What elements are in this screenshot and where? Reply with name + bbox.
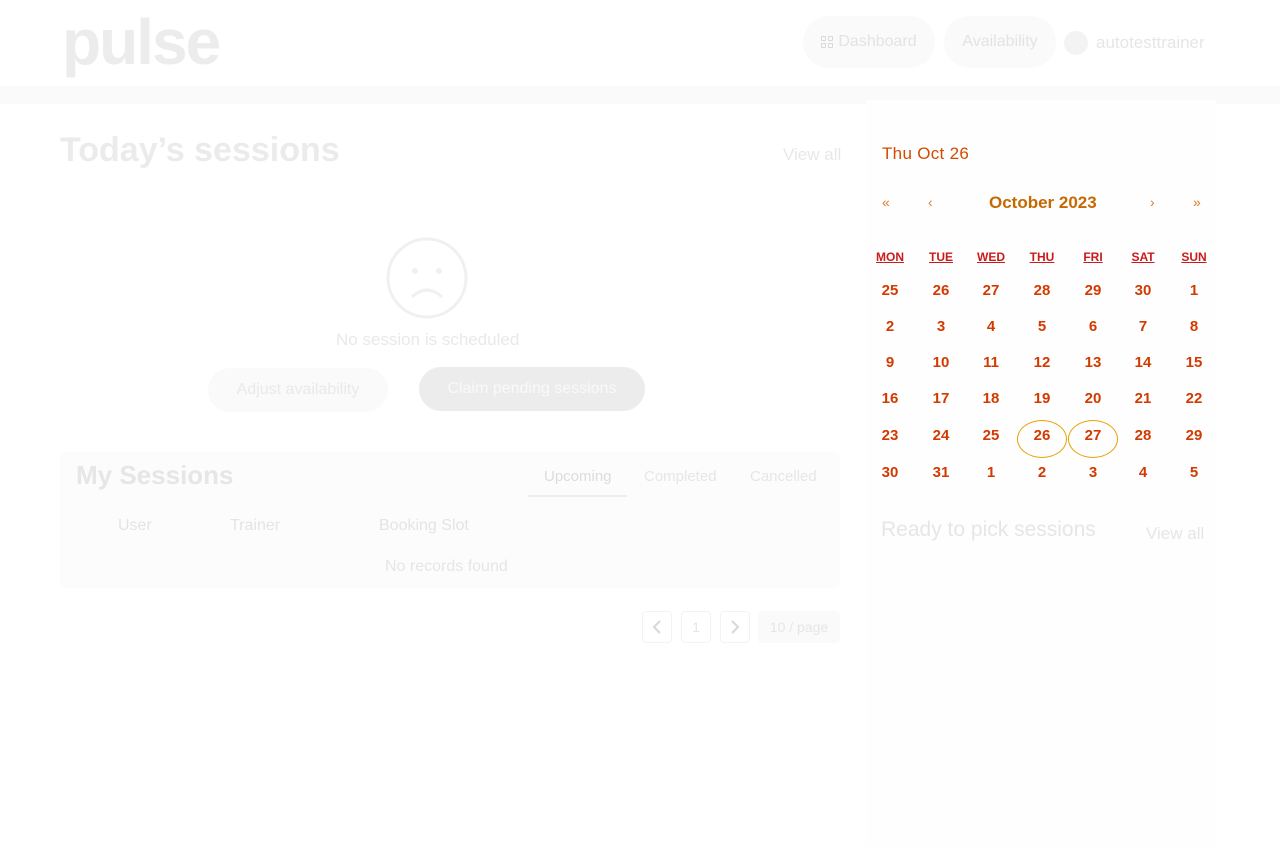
column-header-booking-slot: Booking Slot	[379, 517, 469, 534]
top-header: pulse Dashboard Availability autotesttra…	[0, 0, 1280, 86]
calendar-day[interactable]: 30	[1123, 282, 1163, 299]
ready-to-pick-title: Ready to pick sessions	[881, 518, 1096, 541]
calendar-day[interactable]: 8	[1174, 318, 1214, 335]
calendar-day[interactable]: 10	[921, 354, 961, 371]
weekday-header: WED	[977, 250, 1005, 264]
page-size-select[interactable]: 10 / page	[758, 611, 840, 643]
calendar-day[interactable]: 31	[921, 464, 961, 481]
calendar-day[interactable]: 26	[921, 282, 961, 299]
sad-face-icon	[386, 237, 468, 319]
calendar-day[interactable]: 4	[971, 318, 1011, 335]
calendar-day[interactable]: 27	[1073, 427, 1113, 444]
next-month-button[interactable]: ›	[1150, 194, 1155, 210]
calendar-day[interactable]: 2	[870, 318, 910, 335]
tab-upcoming[interactable]: Upcoming	[544, 468, 612, 485]
pulse-logo[interactable]: pulse	[62, 2, 221, 82]
calendar-day[interactable]: 5	[1022, 318, 1062, 335]
chevron-left-icon	[652, 620, 661, 634]
active-tab-indicator	[528, 495, 627, 497]
calendar-day[interactable]: 12	[1022, 354, 1062, 371]
view-all-today-link[interactable]: View all	[783, 145, 841, 165]
calendar-day[interactable]: 1	[1174, 282, 1214, 299]
column-header-trainer: Trainer	[230, 517, 281, 534]
next-page-button[interactable]	[720, 611, 750, 643]
view-all-ready-link[interactable]: View all	[1146, 524, 1204, 544]
column-header-user: User	[118, 517, 152, 534]
weekday-header: FRI	[1083, 250, 1103, 264]
calendar-day[interactable]: 9	[870, 354, 910, 371]
claim-pending-sessions-button[interactable]: Claim pending sessions	[419, 367, 645, 411]
calendar-day[interactable]: 6	[1073, 318, 1113, 335]
calendar-month-label[interactable]: October 2023	[989, 193, 1097, 213]
calendar-day[interactable]: 3	[1073, 464, 1113, 481]
availability-nav-button[interactable]: Availability	[944, 16, 1056, 68]
calendar-day[interactable]: 2	[1022, 464, 1062, 481]
calendar-day[interactable]: 16	[870, 390, 910, 407]
availability-nav-label: Availability	[962, 33, 1038, 50]
prev-month-button[interactable]: ‹	[928, 194, 933, 210]
calendar-day[interactable]: 4	[1123, 464, 1163, 481]
calendar-day[interactable]: 27	[971, 282, 1011, 299]
prev-year-button[interactable]: «	[882, 194, 890, 210]
tab-completed[interactable]: Completed	[644, 468, 717, 485]
weekday-header: THU	[1029, 250, 1055, 264]
calendar-day[interactable]: 11	[971, 354, 1011, 371]
calendar-day[interactable]: 21	[1123, 390, 1163, 407]
avatar[interactable]	[1064, 31, 1088, 55]
calendar-selected-date: Thu Oct 26	[882, 144, 970, 163]
calendar-day[interactable]: 25	[971, 427, 1011, 444]
calendar-day[interactable]: 28	[1022, 282, 1062, 299]
next-year-button[interactable]: »	[1193, 194, 1201, 210]
calendar-day[interactable]: 1	[971, 464, 1011, 481]
prev-page-button[interactable]	[642, 611, 672, 643]
calendar-day[interactable]: 17	[921, 390, 961, 407]
weekday-header: MON	[876, 250, 904, 264]
calendar-day[interactable]: 14	[1123, 354, 1163, 371]
dashboard-nav-button[interactable]: Dashboard	[803, 16, 935, 68]
calendar-day[interactable]: 7	[1123, 318, 1163, 335]
weekday-header: SUN	[1181, 250, 1207, 264]
calendar-day[interactable]: 29	[1073, 282, 1113, 299]
page-number-button[interactable]: 1	[681, 611, 711, 643]
chevron-right-icon	[731, 620, 740, 634]
calendar-day[interactable]: 28	[1123, 427, 1163, 444]
my-sessions-card: My Sessions Upcoming Completed Cancelled…	[60, 452, 840, 588]
calendar-day[interactable]: 30	[870, 464, 910, 481]
calendar-day[interactable]: 15	[1174, 354, 1214, 371]
calendar-day[interactable]: 3	[921, 318, 961, 335]
weekday-header: TUE	[929, 250, 953, 264]
weekday-header: SAT	[1131, 250, 1155, 264]
username[interactable]: autotesttrainer	[1096, 33, 1205, 53]
calendar-day[interactable]: 25	[870, 282, 910, 299]
page-title: Today’s sessions	[60, 131, 340, 169]
tab-cancelled[interactable]: Cancelled	[750, 468, 817, 485]
calendar-day[interactable]: 29	[1174, 427, 1214, 444]
calendar-day[interactable]: 26	[1022, 427, 1062, 444]
empty-state-message: No session is scheduled	[336, 330, 520, 349]
calendar-day[interactable]: 22	[1174, 390, 1214, 407]
calendar-day[interactable]: 19	[1022, 390, 1062, 407]
dashboard-nav-label: Dashboard	[838, 33, 917, 50]
calendar-day[interactable]: 24	[921, 427, 961, 444]
adjust-availability-button[interactable]: Adjust availability	[208, 368, 388, 412]
calendar-day[interactable]: 13	[1073, 354, 1113, 371]
calendar-day[interactable]: 18	[971, 390, 1011, 407]
grid-icon	[821, 35, 834, 49]
my-sessions-title: My Sessions	[76, 460, 234, 490]
calendar-day[interactable]: 20	[1073, 390, 1113, 407]
no-records-message: No records found	[385, 558, 508, 575]
calendar-day[interactable]: 23	[870, 427, 910, 444]
calendar-day[interactable]: 5	[1174, 464, 1214, 481]
